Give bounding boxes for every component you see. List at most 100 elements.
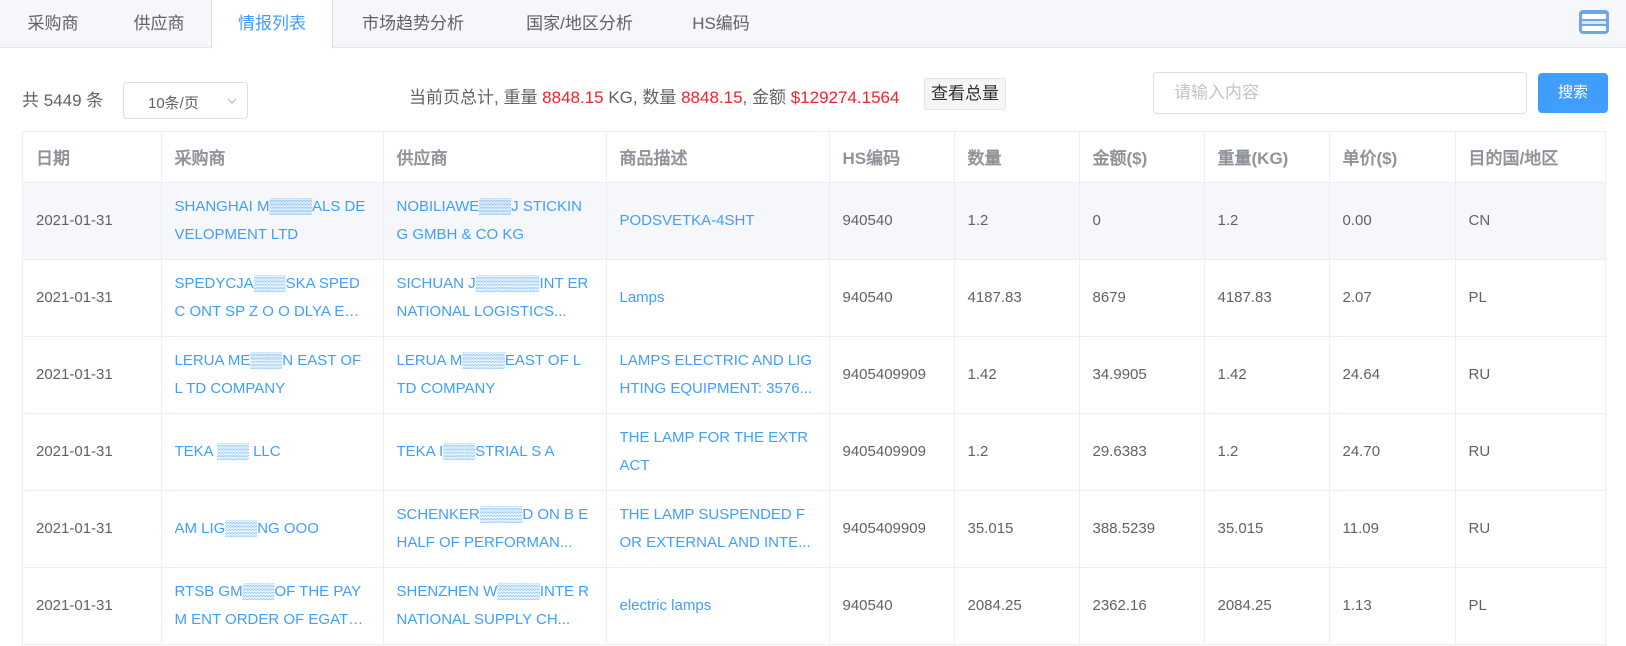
tab-buyers[interactable]: 采购商 <box>0 0 106 48</box>
view-total-button[interactable]: 查看总量 <box>924 78 1006 110</box>
cell-quantity: 1.42 <box>954 336 1080 414</box>
cell-unit-price: 24.64 <box>1329 336 1456 414</box>
col-header-quantity[interactable]: 数量 <box>954 132 1080 183</box>
cell-buyer-link[interactable]: LERUA ME▒▒▒N EAST OF L TD COMPANY <box>161 336 384 414</box>
total-count: 共 5449 条 <box>22 91 104 110</box>
col-header-buyer[interactable]: 采购商 <box>161 132 384 183</box>
cell-weight: 2084.25 <box>1204 567 1330 645</box>
cell-supplier-link[interactable]: NOBILIAWE▒▒▒J STICKING GMBH & CO KG <box>383 182 607 260</box>
cell-date: 2021-01-31 <box>23 182 162 260</box>
cell-text: LERUA M▒▒▒▒EAST OF L TD COMPANY <box>396 351 581 397</box>
cell-destination: CN <box>1455 182 1605 260</box>
cell-date: 2021-01-31 <box>23 413 162 491</box>
cell-destination: RU <box>1455 413 1605 491</box>
search-input[interactable] <box>1153 72 1527 114</box>
cell-amount: 29.6383 <box>1079 413 1205 491</box>
tab-hs-code[interactable]: HS编码 <box>666 0 776 48</box>
cell-destination: PL <box>1455 567 1605 645</box>
table-row[interactable]: 2021-01-31 RTSB GM▒▒▒OF THE PAYM ENT ORD… <box>23 567 1605 645</box>
cell-quantity: 1.2 <box>954 182 1080 260</box>
cell-supplier-link[interactable]: SICHUAN J▒▒▒▒▒▒INT ERNATIONAL LOGISTICS.… <box>383 259 607 337</box>
cell-quantity: 2084.25 <box>954 567 1080 645</box>
cell-weight: 1.2 <box>1204 182 1330 260</box>
cell-supplier-link[interactable]: SHENZHEN W▒▒▒▒INTE RNATIONAL SUPPLY CH..… <box>383 567 607 645</box>
cell-date: 2021-01-31 <box>23 259 162 337</box>
summary-weight: 8848.15 <box>542 88 604 107</box>
cell-text: Lamps <box>619 288 665 306</box>
cell-date: 2021-01-31 <box>23 567 162 645</box>
cell-weight: 1.2 <box>1204 413 1330 491</box>
cell-quantity: 35.015 <box>954 490 1080 568</box>
col-header-unit-price[interactable]: 单价($) <box>1329 132 1456 183</box>
cell-supplier-link[interactable]: TEKA I▒▒▒STRIAL S A <box>383 413 607 491</box>
cell-description-link[interactable]: electric lamps <box>606 567 830 645</box>
cell-buyer-link[interactable]: TEKA ▒▒▒ LLC <box>161 413 384 491</box>
cell-buyer-link[interactable]: AM LIG▒▒▒NG OOO <box>161 490 384 568</box>
col-header-description[interactable]: 商品描述 <box>606 132 830 183</box>
cell-description-link[interactable]: Lamps <box>606 259 830 337</box>
cell-weight: 4187.83 <box>1204 259 1330 337</box>
cell-text: THE LAMP SUSPENDED F OR EXTERNAL AND INT… <box>619 505 811 551</box>
cell-description-link[interactable]: THE LAMP SUSPENDED F OR EXTERNAL AND INT… <box>606 490 830 568</box>
cell-buyer-link[interactable]: RTSB GM▒▒▒OF THE PAYM ENT ORDER OF EGATE… <box>161 567 384 645</box>
col-header-destination[interactable]: 目的国/地区 <box>1455 132 1605 183</box>
cell-date: 2021-01-31 <box>23 490 162 568</box>
cell-unit-price: 2.07 <box>1329 259 1456 337</box>
cell-unit-price: 24.70 <box>1329 413 1456 491</box>
cell-text: NOBILIAWE▒▒▒J STICKING GMBH & CO KG <box>396 197 583 243</box>
table-row[interactable]: 2021-01-31 LERUA ME▒▒▒N EAST OF L TD COM… <box>23 336 1605 414</box>
cell-destination: RU <box>1455 490 1605 568</box>
cell-text: electric lamps <box>619 596 712 614</box>
cell-unit-price: 1.13 <box>1329 567 1456 645</box>
cell-text: LAMPS ELECTRIC AND LIG HTING EQUIPMENT: … <box>619 351 813 397</box>
tab-bar: 采购商 供应商 情报列表 市场趋势分析 国家/地区分析 HS编码 <box>0 0 1626 49</box>
page-size-value: 10条/页 <box>148 95 199 112</box>
tab-country-analysis[interactable]: 国家/地区分析 <box>493 0 666 48</box>
cell-supplier-link[interactable]: LERUA M▒▒▒▒EAST OF L TD COMPANY <box>383 336 607 414</box>
summary-amount: $129274.1564 <box>790 88 900 107</box>
col-header-date[interactable]: 日期 <box>23 132 162 183</box>
col-header-hs-code[interactable]: HS编码 <box>829 132 955 183</box>
cell-hs-code: 9405409909 <box>829 413 955 491</box>
summary-prefix: 当前页总计, 重量 <box>409 88 543 107</box>
cell-amount: 0 <box>1079 182 1205 260</box>
cell-text: TEKA ▒▒▒ LLC <box>174 442 281 460</box>
cell-hs-code: 9405409909 <box>829 336 955 414</box>
cell-description-link[interactable]: THE LAMP FOR THE EXTR ACT <box>606 413 830 491</box>
cell-date: 2021-01-31 <box>23 336 162 414</box>
cell-hs-code: 940540 <box>829 259 955 337</box>
cell-buyer-link[interactable]: SHANGHAI M▒▒▒▒ALS DE VELOPMENT LTD <box>161 182 384 260</box>
search-button[interactable]: 搜索 <box>1538 73 1608 113</box>
cell-quantity: 1.2 <box>954 413 1080 491</box>
table-header-row: 日期 采购商 供应商 商品描述 HS编码 数量 金额($) 重量(KG) 单价(… <box>23 132 1605 183</box>
page-summary: 当前页总计, 重量 8848.15 KG, 数量 8848.15, 金额 $12… <box>409 83 899 108</box>
cell-amount: 34.9905 <box>1079 336 1205 414</box>
table-row[interactable]: 2021-01-31 AM LIG▒▒▒NG OOO SCHENKER▒▒▒▒D… <box>23 490 1605 568</box>
col-header-weight[interactable]: 重量(KG) <box>1204 132 1330 183</box>
cell-supplier-link[interactable]: SCHENKER▒▒▒▒D ON B EHALF OF PERFORMAN... <box>383 490 607 568</box>
tab-intel-list[interactable]: 情报列表 <box>211 0 333 49</box>
chevron-down-icon <box>227 98 237 104</box>
intel-table: 日期 采购商 供应商 商品描述 HS编码 数量 金额($) 重量(KG) 单价(… <box>22 131 1606 646</box>
cell-unit-price: 11.09 <box>1329 490 1456 568</box>
page-size-select[interactable]: 10条/页 <box>123 82 248 119</box>
cell-text: TEKA I▒▒▒STRIAL S A <box>396 442 555 460</box>
table-row[interactable]: 2021-01-31 SHANGHAI M▒▒▒▒ALS DE VELOPMEN… <box>23 182 1605 260</box>
summary-amount-label: , 金额 <box>742 88 791 107</box>
table-row[interactable]: 2021-01-31 TEKA ▒▒▒ LLC TEKA I▒▒▒STRIAL … <box>23 413 1605 491</box>
cell-text: PODSVETKA-4SHT <box>619 211 755 229</box>
cell-text: RTSB GM▒▒▒OF THE PAYM ENT ORDER OF EGATE… <box>174 582 362 628</box>
cell-description-link[interactable]: LAMPS ELECTRIC AND LIG HTING EQUIPMENT: … <box>606 336 830 414</box>
cell-text: SCHENKER▒▒▒▒D ON B EHALF OF PERFORMAN... <box>396 505 589 551</box>
tab-suppliers[interactable]: 供应商 <box>106 0 212 48</box>
cell-amount: 8679 <box>1079 259 1205 337</box>
table-row[interactable]: 2021-01-31 SPEDYCJA▒▒▒SKA SPEDC ONT SP Z… <box>23 259 1605 337</box>
col-header-amount[interactable]: 金额($) <box>1079 132 1205 183</box>
tab-market-trend[interactable]: 市场趋势分析 <box>333 0 493 48</box>
col-header-supplier[interactable]: 供应商 <box>383 132 607 183</box>
cell-text: SHENZHEN W▒▒▒▒INTE RNATIONAL SUPPLY CH..… <box>396 582 590 628</box>
print-icon[interactable] <box>1578 8 1610 36</box>
cell-text: SHANGHAI M▒▒▒▒ALS DE VELOPMENT LTD <box>174 197 366 243</box>
cell-buyer-link[interactable]: SPEDYCJA▒▒▒SKA SPEDC ONT SP Z O O DLYA E… <box>161 259 384 337</box>
cell-description-link[interactable]: PODSVETKA-4SHT <box>606 182 830 260</box>
